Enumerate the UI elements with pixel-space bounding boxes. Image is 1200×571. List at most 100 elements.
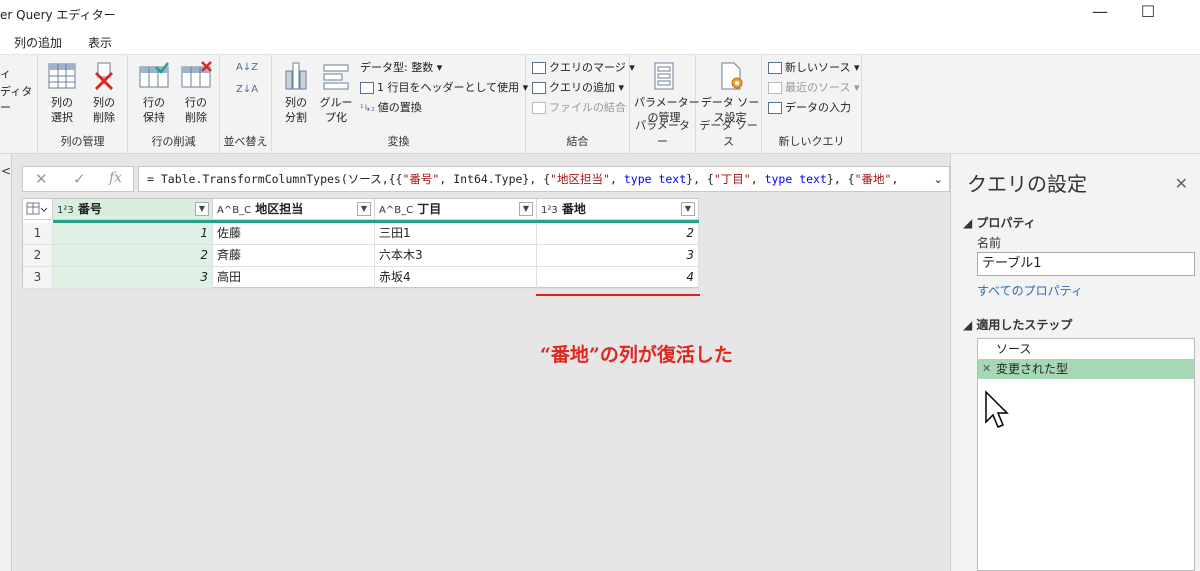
manage-columns-group-label: 列の管理: [60, 135, 105, 148]
tab-view[interactable]: 表示: [88, 34, 112, 51]
ribbon: ィ ディター 列の 選択 列の 削除 列の管理 行の 保持 行の 削除 行の削減…: [0, 54, 1200, 154]
tab-add-column[interactable]: 列の追加: [14, 34, 62, 51]
choose-columns-label: 列の 選択: [51, 96, 73, 124]
group-by-button[interactable]: グルー プ化: [314, 61, 358, 125]
table-cell[interactable]: 高田: [213, 267, 375, 289]
expand-formula-chevron-icon[interactable]: ⌄: [933, 167, 943, 191]
table-cell[interactable]: 六本木3: [375, 245, 537, 267]
formula-string: "丁目": [713, 172, 751, 186]
cancel-formula-icon[interactable]: ✕: [35, 170, 48, 188]
applied-steps-header[interactable]: ◢ 適用したステップ: [963, 316, 1072, 333]
filter-dropdown-icon[interactable]: ▼: [195, 202, 209, 216]
keep-rows-icon: [139, 62, 169, 88]
filter-dropdown-icon[interactable]: ▼: [681, 202, 695, 216]
formula-string: "番号": [402, 172, 440, 186]
replace-values-button[interactable]: ¹↳₂ 値の置換: [360, 99, 422, 117]
integer-type-icon[interactable]: 1²3: [57, 205, 74, 216]
combine-files-button[interactable]: ファイルの結合: [532, 99, 626, 117]
text-type-icon[interactable]: A^B_C: [217, 205, 251, 216]
all-properties-link[interactable]: すべてのプロパティ: [977, 282, 1083, 299]
maximize-button[interactable]: ☐: [1128, 2, 1168, 21]
partial-label-1: ィ: [0, 67, 11, 80]
enter-data-button[interactable]: データの入力: [768, 99, 851, 117]
split-column-button[interactable]: 列の 分割: [274, 61, 318, 125]
sort-ascending-button[interactable]: A↓Z: [236, 59, 258, 77]
row-number[interactable]: 3: [23, 267, 53, 289]
main-area: ✕ ✓ fx = Table.TransformColumnTypes(ソース,…: [12, 154, 950, 571]
step-label: 変更された型: [996, 362, 1069, 376]
column-header-district[interactable]: A^B_C 地区担当 ▼: [213, 199, 375, 220]
query-name-input[interactable]: テーブル1: [977, 252, 1195, 276]
step-item-changed-type[interactable]: ✕ 変更された型: [978, 359, 1194, 379]
title-bar: er Query エディター — ☐: [0, 0, 1200, 28]
delete-step-icon[interactable]: ✕: [982, 359, 991, 379]
remove-rows-button[interactable]: 行の 削除: [174, 61, 218, 125]
step-item-source[interactable]: ソース: [978, 339, 1194, 359]
formula-string: "地区担当": [550, 172, 610, 186]
sort-descending-button[interactable]: Z↓A: [236, 81, 258, 99]
window-title: er Query エディター: [0, 8, 116, 22]
formula-input[interactable]: = Table.TransformColumnTypes(ソース,{{"番号",…: [138, 166, 950, 192]
choose-columns-button[interactable]: 列の 選択: [40, 61, 84, 125]
table-cell[interactable]: 3: [53, 267, 213, 289]
queries-pane-collapsed[interactable]: <: [0, 154, 12, 571]
filter-dropdown-icon[interactable]: ▼: [519, 202, 533, 216]
row-number[interactable]: 1: [23, 223, 53, 245]
ribbon-group-new-query: 新しいソース ▾ 最近のソース ▾ データの入力 新しいクエリ: [762, 55, 862, 153]
merge-queries-button[interactable]: クエリのマージ ▾: [532, 59, 635, 77]
recent-sources-label: 最近のソース: [785, 81, 851, 94]
table-cell[interactable]: 佐藤: [213, 223, 375, 245]
data-source-settings-button[interactable]: データ ソー ス設定: [700, 61, 760, 125]
ribbon-group-partial: ィ ディター: [0, 55, 38, 153]
close-icon[interactable]: ✕: [1175, 174, 1188, 193]
data-source-group-label: データ ソース: [699, 119, 758, 148]
table-cell[interactable]: 1: [53, 223, 213, 245]
table-cell[interactable]: 2: [537, 223, 699, 245]
new-source-button[interactable]: 新しいソース ▾: [768, 59, 859, 77]
recent-sources-button[interactable]: 最近のソース ▾: [768, 79, 859, 97]
manage-parameters-button[interactable]: パラメーター の管理: [634, 61, 700, 125]
group-by-label: グルー プ化: [319, 96, 353, 124]
table-cell[interactable]: 4: [537, 267, 699, 289]
expand-queries-chevron-icon[interactable]: <: [1, 164, 11, 178]
column-header-number[interactable]: 1²3 番号 ▼: [53, 199, 213, 220]
combine-group-label: 結合: [566, 135, 589, 148]
keep-rows-button[interactable]: 行の 保持: [132, 61, 176, 125]
choose-columns-icon: [48, 63, 76, 89]
properties-header[interactable]: ◢ プロパティ: [963, 214, 1036, 231]
table-menu-button[interactable]: [23, 199, 53, 220]
ribbon-group-combine: クエリのマージ ▾ クエリの追加 ▾ ファイルの結合 結合: [526, 55, 635, 153]
minimize-button[interactable]: —: [1080, 2, 1120, 21]
use-first-row-as-headers-button[interactable]: 1 行目をヘッダーとして使用 ▾: [360, 79, 528, 97]
formula-string: "番地": [854, 172, 892, 186]
table-cell[interactable]: 2: [53, 245, 213, 267]
formula-text: }, {: [686, 172, 714, 186]
step-label: ソース: [996, 342, 1032, 356]
row-number[interactable]: 2: [23, 245, 53, 267]
table-cell[interactable]: 斉藤: [213, 245, 375, 267]
column-name: 番地: [561, 202, 586, 216]
table-cell[interactable]: 三田1: [375, 223, 537, 245]
table-cell[interactable]: 3: [537, 245, 699, 267]
column-header-banchi[interactable]: 1²3 番地 ▼: [537, 199, 699, 220]
data-grid: 1²3 番号 ▼ A^B_C 地区担当 ▼ A^B_C 丁目 ▼ 1²3 番地 ▼ 1 …: [22, 198, 699, 289]
partial-label-2: ディター: [0, 85, 33, 114]
group-by-icon: [323, 64, 349, 90]
column-header-chome[interactable]: A^B_C 丁目 ▼: [375, 199, 537, 220]
append-queries-button[interactable]: クエリの追加 ▾: [532, 79, 624, 97]
new-source-icon: [768, 62, 782, 74]
mouse-cursor-icon: [985, 390, 1009, 428]
commit-formula-icon[interactable]: ✓: [73, 170, 86, 188]
filter-dropdown-icon[interactable]: ▼: [357, 202, 371, 216]
table-cell[interactable]: 赤坂4: [375, 267, 537, 289]
replace-values-label: 値の置換: [377, 101, 422, 114]
remove-columns-button[interactable]: 列の 削除: [82, 61, 126, 125]
append-queries-icon: [532, 82, 546, 94]
text-type-icon[interactable]: A^B_C: [379, 205, 413, 216]
integer-type-icon[interactable]: 1²3: [541, 205, 558, 216]
fx-icon[interactable]: fx: [109, 170, 122, 186]
formula-text: ,: [750, 172, 765, 186]
keep-rows-label: 行の 保持: [143, 96, 165, 124]
data-type-dropdown[interactable]: データ型: 整数 ▾: [360, 59, 442, 77]
replace-values-icon: ¹↳₂: [360, 104, 375, 114]
